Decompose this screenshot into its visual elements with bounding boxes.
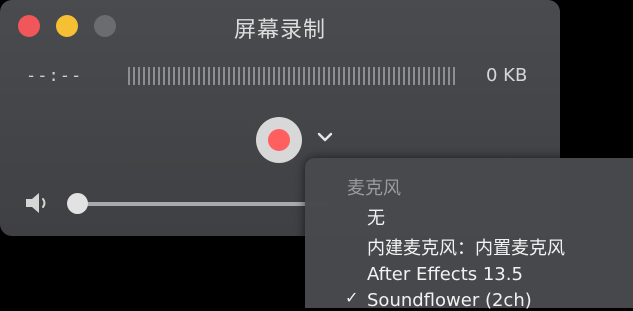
elapsed-time: --:-- xyxy=(26,66,83,86)
record-icon xyxy=(268,129,290,151)
speaker-icon xyxy=(26,193,46,213)
menu-item-builtin-mic[interactable]: 内建麦克风：内置麦克风 xyxy=(367,234,565,260)
volume-slider[interactable] xyxy=(78,202,328,206)
audio-level-meter xyxy=(128,67,456,85)
checkmark-icon: ✓ xyxy=(345,288,359,307)
title-bar[interactable]: 屏幕录制 xyxy=(0,0,560,54)
volume-slider-knob[interactable] xyxy=(67,193,88,214)
menu-item-none[interactable]: 无 xyxy=(367,204,385,230)
window-title: 屏幕录制 xyxy=(233,18,326,43)
microphone-menu: 麦克风 无 内建麦克风：内置麦克风 After Effects 13.5 ✓ S… xyxy=(305,158,633,311)
menu-item-after-effects[interactable]: After Effects 13.5 xyxy=(367,264,523,285)
chevron-down-icon[interactable] xyxy=(316,131,334,143)
file-size: 0 KB xyxy=(486,65,528,86)
record-button[interactable] xyxy=(256,117,302,163)
menu-header-microphone: 麦克风 xyxy=(347,178,401,199)
menu-item-soundflower[interactable]: Soundflower (2ch) xyxy=(367,290,532,311)
